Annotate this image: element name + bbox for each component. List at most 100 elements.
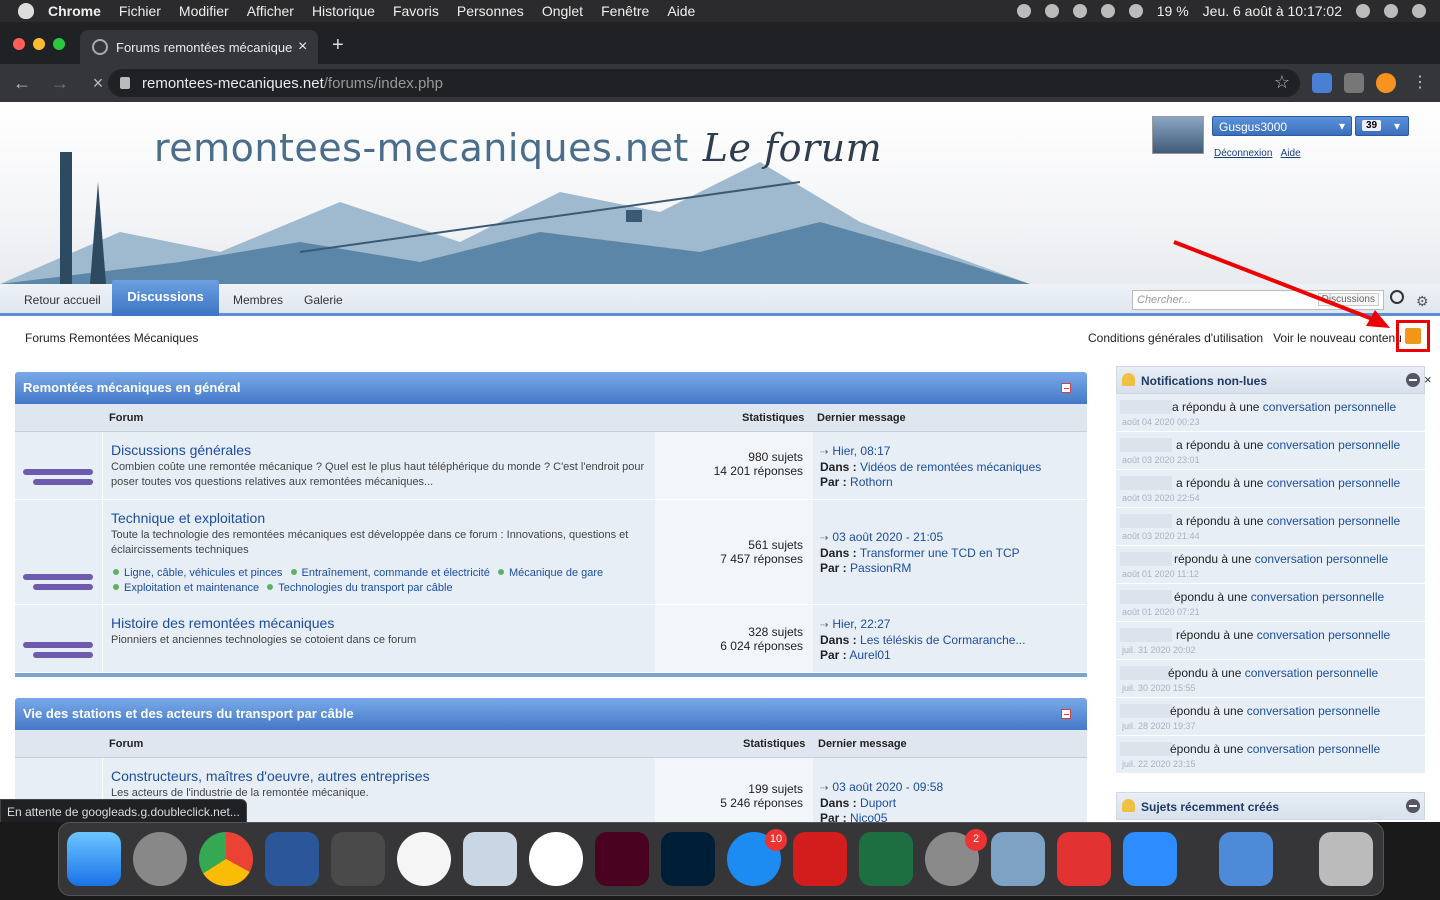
forum-title[interactable]: Technique et exploitation	[111, 510, 651, 526]
new-tab-button[interactable]: +	[332, 34, 344, 57]
category-header[interactable]: Vie des stations et des acteurs du trans…	[15, 698, 1087, 730]
last-date[interactable]: 03 août 2020 - 21:05	[832, 530, 943, 544]
logout-link[interactable]: Déconnexion	[1214, 148, 1272, 159]
lock-icon[interactable]	[120, 77, 130, 89]
collapse-icon[interactable]	[1061, 383, 1071, 393]
chrome-icon[interactable]	[199, 832, 253, 886]
mail-icon[interactable]	[463, 832, 517, 886]
last-user[interactable]: Aurel01	[849, 648, 890, 662]
browser-tab[interactable]: Forums remontées mécaniques ×	[80, 30, 318, 64]
trash-icon[interactable]	[1319, 832, 1373, 886]
keynote-icon[interactable]	[1219, 832, 1273, 886]
conversation-link[interactable]: conversation personnelle	[1257, 628, 1390, 642]
subforum-link[interactable]: Mécanique de gare	[509, 567, 603, 579]
conversation-link[interactable]: conversation personnelle	[1267, 476, 1400, 490]
notification-item[interactable]: a répondu à une conversation personnelle…	[1116, 470, 1425, 508]
close-tab-icon[interactable]: ×	[298, 38, 307, 56]
clock[interactable]: Jeu. 6 août à 10:17:02	[1203, 3, 1342, 19]
chrome-menu-icon[interactable]: ⋮	[1412, 72, 1428, 92]
zoom-icon[interactable]	[1123, 832, 1177, 886]
last-thread[interactable]: Duport	[860, 796, 896, 810]
category-title[interactable]: Remontées mécaniques en général	[23, 380, 240, 395]
profile-avatar-icon[interactable]	[1376, 73, 1396, 93]
collapse-icon[interactable]	[1406, 373, 1420, 387]
indesign-icon[interactable]	[595, 832, 649, 886]
last-thread[interactable]: Vidéos de remontées mécaniques	[860, 460, 1041, 474]
last-user[interactable]: PassionRM	[850, 561, 911, 575]
conversation-link[interactable]: conversation personnelle	[1251, 590, 1384, 604]
user-avatar[interactable]	[1152, 116, 1204, 154]
word-icon[interactable]	[265, 832, 319, 886]
subforum-link[interactable]: Ligne, câble, véhicules et pinces	[124, 567, 282, 579]
conversation-link[interactable]: conversation personnelle	[1263, 400, 1396, 414]
subforum-link[interactable]: Exploitation et maintenance	[124, 582, 259, 594]
dropbox-icon[interactable]	[1044, 4, 1059, 18]
collapse-icon[interactable]	[1406, 799, 1420, 813]
last-user[interactable]: Nico05	[850, 811, 887, 822]
close-window-button[interactable]	[13, 38, 25, 50]
menu-favoris[interactable]: Favoris	[393, 3, 439, 19]
cloud-icon[interactable]	[1072, 4, 1087, 18]
last-user[interactable]: Rothorn	[850, 475, 893, 489]
notification-item[interactable]: épondu à une conversation personnelle jui…	[1116, 698, 1425, 736]
forward-button[interactable]: →	[44, 73, 76, 94]
menu-aide[interactable]: Aide	[667, 3, 695, 19]
siri-icon[interactable]	[1384, 4, 1398, 18]
notification-item[interactable]: a répondu à une conversation personnelle…	[1116, 432, 1425, 470]
apple-icon[interactable]	[18, 3, 34, 19]
notification-item[interactable]: répondu à une conversation personnelle ju…	[1116, 622, 1425, 660]
back-button[interactable]: ←	[6, 73, 38, 94]
category-header[interactable]: Remontées mécaniques en général	[15, 372, 1087, 404]
last-thread[interactable]: Les téléskis de Cormaranche...	[860, 633, 1025, 647]
subforum-link[interactable]: Technologies du transport par câble	[278, 582, 452, 594]
forum-title[interactable]: Constructeurs, maîtres d'oeuvre, autres …	[111, 768, 651, 784]
category-title[interactable]: Vie des stations et des acteurs du trans…	[23, 706, 354, 721]
notification-item[interactable]: épondu à une conversation personnelle jui…	[1116, 736, 1425, 774]
close-icon[interactable]: ×	[1424, 372, 1432, 387]
notification-item[interactable]: épondu à une conversation personnelle jui…	[1116, 660, 1425, 698]
sketchup-icon[interactable]	[1057, 832, 1111, 886]
photoshop-icon[interactable]	[661, 832, 715, 886]
menu-app[interactable]: Chrome	[48, 3, 101, 19]
menu-modifier[interactable]: Modifier	[179, 3, 229, 19]
conversation-link[interactable]: conversation personnelle	[1245, 666, 1378, 680]
last-thread[interactable]: Transformer une TCD en TCP	[860, 546, 1020, 560]
preview-icon[interactable]	[991, 832, 1045, 886]
nav-gallery[interactable]: Galerie	[304, 293, 343, 307]
menu-afficher[interactable]: Afficher	[247, 3, 294, 19]
translate-extension-icon[interactable]	[1312, 73, 1332, 93]
photos-icon[interactable]	[529, 832, 583, 886]
conversation-link[interactable]: conversation personnelle	[1247, 742, 1380, 756]
extensions-puzzle-icon[interactable]	[1344, 73, 1364, 93]
last-date[interactable]: Hier, 08:17	[832, 444, 890, 458]
forum-title[interactable]: Discussions générales	[111, 442, 651, 458]
notification-item[interactable]: a répondu à une conversation personnelle…	[1116, 394, 1425, 432]
forum-title[interactable]: Histoire des remontées mécaniques	[111, 615, 651, 631]
breadcrumb[interactable]: Forums Remontées Mécaniques	[25, 331, 198, 345]
excel-icon[interactable]	[859, 832, 913, 886]
battery-percent[interactable]: 19 %	[1157, 3, 1189, 19]
help-link[interactable]: Aide	[1281, 148, 1301, 159]
menu-fenetre[interactable]: Fenêtre	[601, 3, 649, 19]
conversation-link[interactable]: conversation personnelle	[1267, 438, 1400, 452]
sublime-icon[interactable]	[331, 832, 385, 886]
username-button[interactable]: Gusgus3000 ▾	[1212, 116, 1352, 136]
itunes-icon[interactable]	[397, 832, 451, 886]
launchpad-icon[interactable]	[133, 832, 187, 886]
acrobat-icon[interactable]	[793, 832, 847, 886]
notifications-button[interactable]: 39 ▾	[1355, 116, 1409, 136]
menu-historique[interactable]: Historique	[312, 3, 375, 19]
subforum-link[interactable]: Entraînement, commande et électricité	[302, 567, 490, 579]
last-date[interactable]: 03 août 2020 - 09:58	[832, 780, 943, 794]
conversation-link[interactable]: conversation personnelle	[1267, 514, 1400, 528]
finder-icon[interactable]	[67, 832, 121, 886]
last-date[interactable]: Hier, 22:27	[832, 617, 890, 631]
conversation-link[interactable]: conversation personnelle	[1247, 704, 1380, 718]
nav-home[interactable]: Retour accueil	[24, 293, 101, 307]
bluetooth-icon[interactable]	[1100, 4, 1115, 18]
minimize-window-button[interactable]	[33, 38, 45, 50]
address-bar[interactable]: remontees-mecaniques.net/forums/index.ph…	[108, 69, 1300, 97]
collapse-icon[interactable]	[1061, 709, 1071, 719]
search-icon[interactable]	[1356, 4, 1370, 18]
notification-item[interactable]: épondu à une conversation personnelle aoû…	[1116, 584, 1425, 622]
